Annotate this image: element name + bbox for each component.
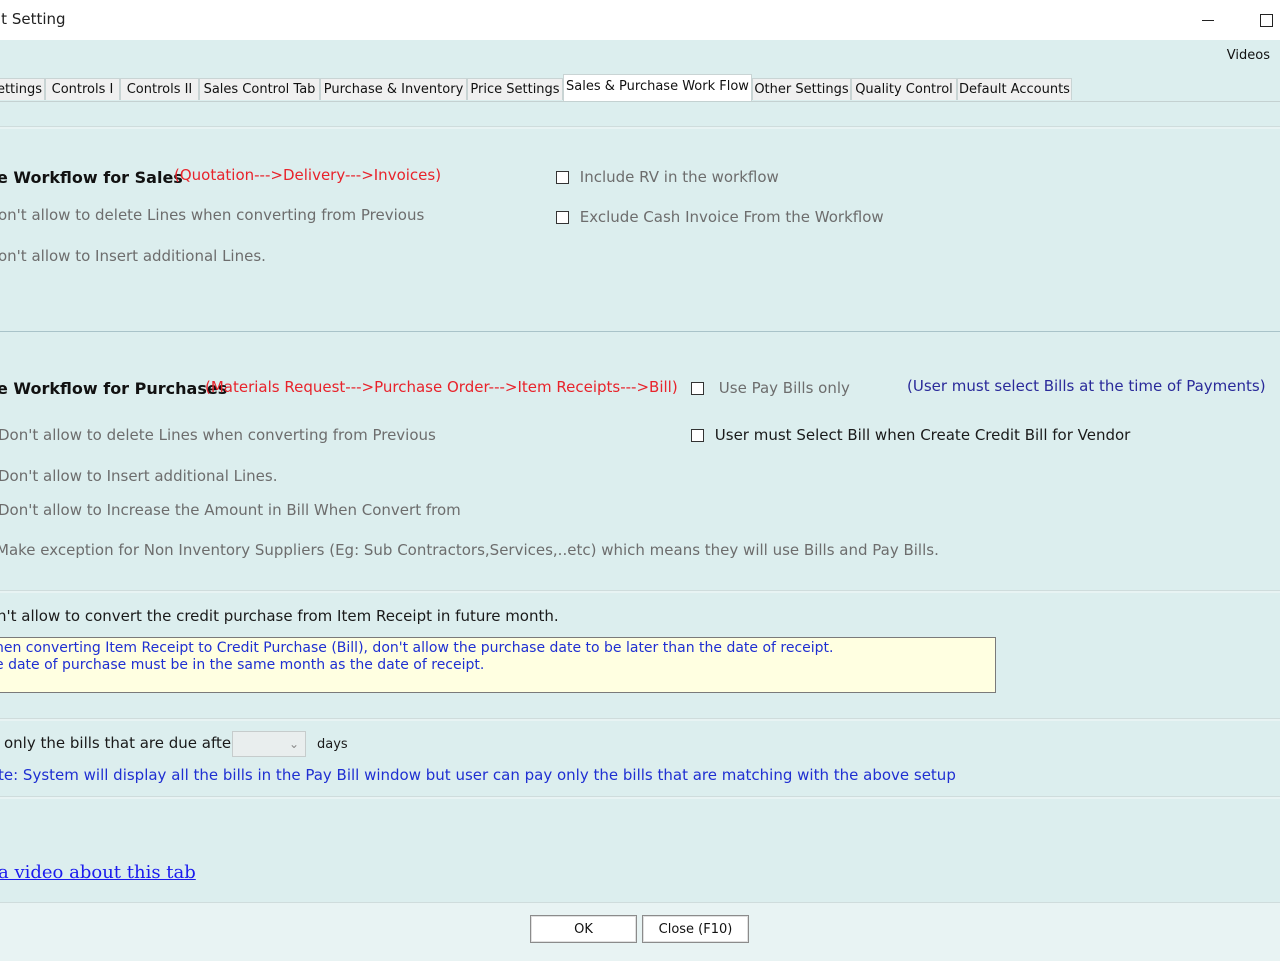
tab-settings[interactable]: ettings	[0, 78, 45, 100]
days-label: days	[317, 737, 348, 752]
purchases-no-delete-lines[interactable]: Don't allow to delete Lines when convert…	[0, 426, 436, 444]
tab-price-settings[interactable]: Price Settings	[467, 78, 563, 100]
use-pay-bills-option[interactable]: Use Pay Bills only	[691, 379, 850, 397]
maximize-button[interactable]	[1248, 6, 1280, 34]
sales-no-delete-lines[interactable]: on't allow to delete Lines when converti…	[0, 206, 424, 224]
ok-button[interactable]: OK	[530, 915, 637, 943]
tab-controls-ii[interactable]: Controls II	[120, 78, 199, 100]
maximize-icon	[1259, 13, 1273, 27]
include-rv-option[interactable]: Include RV in the workflow	[556, 168, 779, 186]
use-pay-bills-label: Use Pay Bills only	[718, 379, 850, 397]
tab-other-settings[interactable]: Other Settings	[752, 78, 851, 100]
credit-bill-checkbox[interactable]	[691, 429, 704, 442]
bills-due-label: only the bills that are due after	[4, 734, 238, 752]
tab-controls-i[interactable]: Controls I	[45, 78, 120, 100]
purchases-workflow-title: e Workflow for Purchases	[0, 379, 228, 398]
title-bar: lt Setting	[0, 0, 1280, 40]
note-line-2: e date of purchase must be in the same m…	[0, 657, 485, 673]
use-pay-bills-checkbox[interactable]	[691, 382, 704, 395]
exclude-cash-label: Exclude Cash Invoice From the Workflow	[579, 208, 884, 226]
tab-content-border	[0, 101, 1280, 102]
credit-purchase-future-month[interactable]: n't allow to convert the credit purchase…	[0, 607, 559, 625]
credit-bill-option[interactable]: User must Select Bill when Create Credit…	[691, 426, 1130, 444]
purchases-no-insert-lines[interactable]: Don't allow to Insert additional Lines.	[0, 467, 277, 485]
section-divider	[0, 331, 1280, 332]
non-inventory-exception[interactable]: Make exception for Non Inventory Supplie…	[0, 541, 939, 559]
purchases-no-increase-amount[interactable]: Don't allow to Increase the Amount in Bi…	[0, 501, 461, 519]
minimize-button[interactable]	[1190, 6, 1226, 34]
pay-bills-note: (User must select Bills at the time of P…	[907, 377, 1266, 395]
credit-purchase-note-box: hen converting Item Receipt to Credit Pu…	[0, 637, 996, 693]
tab-sales-control[interactable]: Sales Control Tab	[199, 78, 320, 100]
tab-default-accounts[interactable]: Default Accounts	[957, 78, 1072, 100]
divider	[0, 796, 1280, 799]
tab-purchase-inventory[interactable]: Purchase & Inventory	[320, 78, 467, 100]
watch-video-link[interactable]: a video about this tab	[0, 862, 196, 883]
sales-workflow-sequence: (Quotation--->Delivery--->Invoices)	[174, 166, 442, 184]
videos-link[interactable]: Videos	[1227, 48, 1270, 63]
days-dropdown[interactable]: ⌄	[232, 731, 306, 757]
include-rv-label: Include RV in the workflow	[579, 168, 779, 186]
divider	[0, 126, 1280, 129]
close-button[interactable]: Close (F10)	[642, 915, 749, 943]
footer	[0, 902, 1280, 961]
tab-sales-purchase-workflow[interactable]: Sales & Purchase Work Flow	[563, 74, 752, 101]
pay-bill-note: te: System will display all the bills in…	[0, 766, 956, 784]
divider	[0, 718, 1280, 721]
sales-workflow-title: e Workflow for Sales	[0, 168, 183, 187]
include-rv-checkbox[interactable]	[556, 171, 569, 184]
tab-quality-control[interactable]: Quality Control	[851, 78, 957, 100]
credit-bill-label: User must Select Bill when Create Credit…	[714, 426, 1131, 444]
exclude-cash-option[interactable]: Exclude Cash Invoice From the Workflow	[556, 208, 884, 226]
exclude-cash-checkbox[interactable]	[556, 211, 569, 224]
divider	[0, 590, 1280, 593]
window-title: lt Setting	[0, 10, 66, 28]
sales-no-insert-lines[interactable]: on't allow to Insert additional Lines.	[0, 247, 266, 265]
minimize-icon	[1202, 19, 1214, 21]
note-line-1: hen converting Item Receipt to Credit Pu…	[0, 640, 834, 656]
purchases-workflow-sequence: (Materials Request--->Purchase Order--->…	[205, 378, 678, 396]
chevron-down-icon: ⌄	[288, 737, 299, 751]
